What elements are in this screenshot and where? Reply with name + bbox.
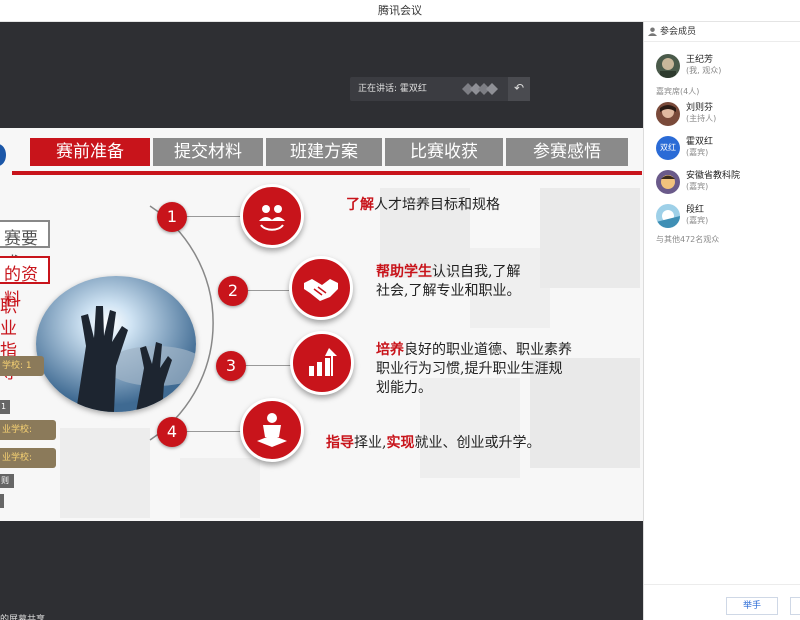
vertical-char: 职 [0,297,17,317]
member-role: (我, 观众) [686,66,722,75]
chat-bubble: 1 [0,400,10,414]
window-title-bar: 腾讯会议 [0,0,800,22]
avatar [656,204,680,228]
hands-sky-photo [36,276,196,412]
chat-bubble: 学校: 1 [0,356,44,376]
avatar [656,170,680,194]
connector-line [186,431,242,432]
point-body-2a: 认识自我,了解 [432,264,521,280]
point-number-4: 4 [157,417,187,447]
point-highlight-3: 培养 [376,342,404,358]
member-name: 霍双红 [686,137,714,147]
point-text-2: 帮助学生认识自我,了解 社会,了解专业和职业。 [376,263,576,301]
point-number-3: 3 [216,351,246,381]
point-number-2: 2 [218,276,248,306]
presentation-slide: 赛前准备 提交材料 班建方案 比赛收获 参赛感悟 赛要求 的资料 职 业 指 导 [0,128,643,521]
point-text-1: 了解人才培养目标和规格 [346,196,500,215]
point-body-3b: 职业行为习惯,提升职业生涯规 [376,361,563,377]
tab-submit-materials: 提交材料 [153,138,263,166]
chat-bubble: 则 [0,474,14,488]
screen-share-label: 的屏幕共享 [0,615,46,620]
chat-bubble: 业学校: [0,420,56,440]
member-role: (嘉宾) [686,148,709,157]
tab-pre-competition: 赛前准备 [30,138,150,166]
guest-section-label: 嘉宾席(4人) [656,87,700,96]
tab-competition-gains: 比赛收获 [385,138,503,166]
chat-bubble: 业学校: [0,448,56,468]
point-body-1: 人才培养目标和规格 [374,197,500,213]
raise-hand-button[interactable]: 举手 [726,597,778,615]
panel-title: 参会成员 [660,27,697,37]
other-viewers-label[interactable]: 与其他472名观众 [656,234,719,245]
point-body-3a: 良好的职业道德、职业素养 [404,342,572,358]
tab-class-plan: 班建方案 [266,138,382,166]
member-name: 刘则芬 [686,103,714,113]
point-highlight-4b: 实现 [386,435,415,451]
avatar: 双红 [656,136,680,160]
point-text-3: 培养良好的职业道德、职业素养 职业行为习惯,提升职业生涯规 划能力。 [376,341,606,398]
panel-footer: 举手 [644,584,800,620]
more-button[interactable] [790,597,800,615]
left-label-gray: 赛要求 [0,220,50,274]
member-role: (嘉宾) [686,216,709,225]
member-self[interactable]: 王纪芳 (我, 观众) [656,52,796,82]
growth-chart-icon [290,331,354,395]
return-icon[interactable]: ↶ [508,77,530,101]
participants-panel: 参会成员 王纪芳 (我, 观众) 嘉宾席(4人) 刘则芬 (主持人) 双红 霍双… [643,22,800,620]
member-item[interactable]: 双红 霍双红 (嘉宾) [656,134,796,164]
speaking-label: 正在讲话: 霍双红 [358,84,427,94]
member-name: 王纪芳 [686,55,714,65]
member-role: (嘉宾) [686,182,709,191]
speaking-indicator: 正在讲话: 霍双红 ↶ [350,77,530,101]
left-label-red: 的资料 [0,256,50,310]
member-name: 安徽省教科院 [686,171,741,181]
team-icon [240,184,304,248]
point-body-3c: 划能力。 [376,380,432,396]
tab-underline [12,171,642,175]
point-number-1: 1 [157,202,187,232]
point-body-2b: 社会,了解专业和职业。 [376,283,521,299]
panel-header: 参会成员 [644,22,800,42]
vertical-char: 业 [0,319,17,339]
audio-wave-icon [462,83,498,95]
handshake-icon [289,256,353,320]
member-item[interactable]: 段红 (嘉宾) [656,202,796,232]
point-text-4: 指导择业,实现就业、创业或升学。 [326,434,540,453]
person-icon [648,27,657,36]
connector-line [247,290,289,291]
person-guide-icon [240,398,304,462]
member-role: (主持人) [686,114,717,123]
point-body-4b: 就业、创业或升学。 [414,435,541,451]
avatar [656,102,680,126]
member-name: 段红 [686,205,705,215]
connector-line [245,365,291,366]
point-body-4a: 择业, [354,435,387,451]
slide-tab-bar: 赛前准备 提交材料 班建方案 比赛收获 参赛感悟 [30,138,638,166]
connector-line [186,216,242,217]
chat-bubble [0,494,4,508]
point-highlight-2: 帮助学生 [376,264,432,280]
point-highlight-4: 指导 [326,435,354,451]
member-item[interactable]: 刘则芬 (主持人) [656,100,796,130]
avatar [656,54,680,78]
tab-reflections: 参赛感悟 [506,138,628,166]
point-highlight-1: 了解 [346,197,374,213]
member-item[interactable]: 安徽省教科院 (嘉宾) [656,168,796,198]
window-title: 腾讯会议 [378,4,422,17]
